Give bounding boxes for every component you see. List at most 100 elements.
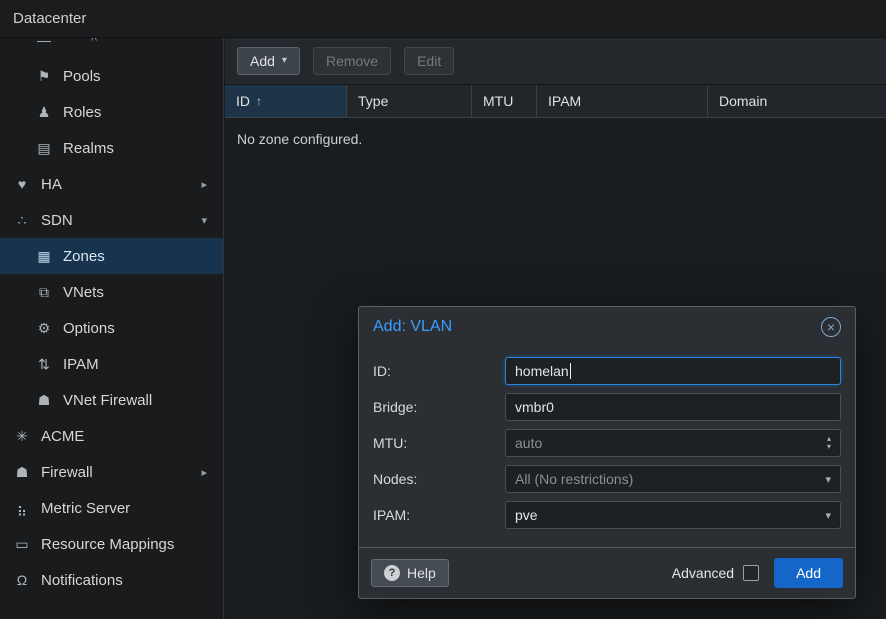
sidebar-item-firewall[interactable]: ☗ Firewall ▸ [0,454,223,490]
dialog-header: Add: VLAN × [359,307,855,345]
sidebar-item-ha[interactable]: ♥ HA ▸ [0,166,223,202]
folder-icon: ▭ [13,536,31,553]
remove-button-label: Remove [326,54,378,68]
top-bar: Datacenter [0,0,886,38]
sidebar-item-label: Metric Server [41,500,130,517]
gear-icon: ⚙ [35,320,53,337]
add-button[interactable]: Add ▾ [237,47,300,75]
field-row-bridge: Bridge: vmbr0 [373,393,841,421]
empty-grid-message: No zone configured. [225,118,886,160]
expand-arrow-icon[interactable]: ▸ [201,466,207,479]
spinner-down-icon[interactable]: ▾ [827,443,831,451]
column-label: Domain [719,93,767,109]
ipam-select-value: pve [515,507,538,523]
id-input[interactable]: homelan [505,357,841,385]
sidebar-item-label: Notifications [41,572,123,589]
grid-icon: ▦ [35,248,53,265]
column-header-type[interactable]: Type [347,85,472,117]
sidebar-item-label: Roles [63,104,101,121]
sort-ascending-icon: ↑ [256,94,262,108]
advanced-label: Advanced [672,565,734,581]
sidebar-item-sdn[interactable]: ∴ SDN ▾ [0,202,223,238]
sidebar-item-label: Zones [63,248,105,265]
column-header-ipam[interactable]: IPAM [537,85,708,117]
sidebar-item-label: VNets [63,284,104,301]
sidebar-item-label: Firewall [41,464,93,481]
sidebar-item-label: Realms [63,140,114,157]
column-header-mtu[interactable]: MTU [472,85,537,117]
field-row-nodes: Nodes: All (No restrictions) ▾ [373,465,841,493]
help-button[interactable]: ? Help [371,559,449,587]
column-label: MTU [483,93,513,109]
page-title: Datacenter [13,10,86,27]
column-label: IPAM [548,93,581,109]
certificate-icon: ✳ [13,428,31,445]
table-header: ID ↑ Type MTU IPAM Domain [225,85,886,118]
help-button-label: Help [407,565,436,581]
resource-tree: — ^ ⚑ Pools ♟ Roles ▤ Realms ♥ HA ▸ ∴ SD… [0,38,224,619]
advanced-checkbox[interactable] [743,565,759,581]
sidebar-item-label: Resource Mappings [41,536,174,553]
remove-button: Remove [313,47,391,75]
collapse-arrow-icon[interactable]: ▾ [201,214,207,227]
mtu-spinner[interactable]: auto ▴ ▾ [505,429,841,457]
text-cursor [570,363,571,379]
network-icon: ∴ [13,212,31,229]
mtu-input-value: auto [515,435,542,451]
column-header-id[interactable]: ID ↑ [225,85,347,117]
heartbeat-icon: ♥ [13,176,31,192]
bridge-field-label: Bridge: [373,399,505,415]
sidebar-item-notifications[interactable]: Ω Notifications [0,562,223,598]
bar-chart-icon: ⣦ [13,500,31,517]
sidebar-item-vnet-firewall[interactable]: ☗ VNet Firewall [0,382,223,418]
chevron-down-icon[interactable]: ▾ [825,473,831,486]
field-row-mtu: MTU: auto ▴ ▾ [373,429,841,457]
sidebar-item-metric-server[interactable]: ⣦ Metric Server [0,490,223,526]
bell-icon: Ω [13,572,31,588]
nodes-field-label: Nodes: [373,471,505,487]
edit-button-label: Edit [417,54,441,68]
add-button-label: Add [250,54,275,68]
mtu-field-label: MTU: [373,435,505,451]
sidebar-item-zones[interactable]: ▦ Zones [0,238,223,274]
sidebar-item-ipam[interactable]: ⇅ IPAM [0,346,223,382]
spinner-arrows[interactable]: ▴ ▾ [819,435,831,451]
field-row-ipam: IPAM: pve ▾ [373,501,841,529]
column-label: Type [358,93,388,109]
sidebar-item-label: Options [63,320,115,337]
person-icon: ♟ [35,104,53,121]
sidebar-item-resource-mappings[interactable]: ▭ Resource Mappings [0,526,223,562]
dialog-title: Add: VLAN [373,318,452,336]
nodes-select-value: All (No restrictions) [515,471,633,487]
ipam-select[interactable]: pve ▾ [505,501,841,529]
sidebar-item-label: ACME [41,428,84,445]
submit-add-button[interactable]: Add [774,558,843,588]
address-book-icon: ▤ [35,140,53,157]
dialog-body: ID: homelan Bridge: vmbr0 MTU: auto ▴ ▾ [359,345,855,541]
chevron-down-icon[interactable]: ▾ [825,509,831,522]
sidebar-item-realms[interactable]: ▤ Realms [0,130,223,166]
id-input-value: homelan [515,363,569,379]
shield-icon: ☗ [35,392,53,409]
shield-icon: ☗ [13,464,31,481]
sidebar-item-partial[interactable]: — ^ [0,38,223,58]
sidebar-item-acme[interactable]: ✳ ACME [0,418,223,454]
dialog-footer: ? Help Advanced Add [359,547,855,598]
sidebar-item-vnets[interactable]: ⧉ VNets [0,274,223,310]
bridge-input-value: vmbr0 [515,399,554,415]
add-vlan-dialog: Add: VLAN × ID: homelan Bridge: vmbr0 MT… [358,306,856,599]
nodes-select[interactable]: All (No restrictions) ▾ [505,465,841,493]
question-mark-icon: ? [384,565,400,581]
bridge-input[interactable]: vmbr0 [505,393,841,421]
sidebar-item-roles[interactable]: ♟ Roles [0,94,223,130]
close-icon[interactable]: × [821,317,841,337]
column-header-domain[interactable]: Domain [708,85,886,117]
sidebar-item-pools[interactable]: ⚑ Pools [0,58,223,94]
sidebar-item-label: VNet Firewall [63,392,152,409]
sidebar-item-options[interactable]: ⚙ Options [0,310,223,346]
ipam-icon: ⇅ [35,356,53,373]
chevron-down-icon: ▾ [282,56,287,66]
tags-icon: ⚑ [35,68,53,85]
id-field-label: ID: [373,363,505,379]
expand-arrow-icon[interactable]: ▸ [201,178,207,191]
